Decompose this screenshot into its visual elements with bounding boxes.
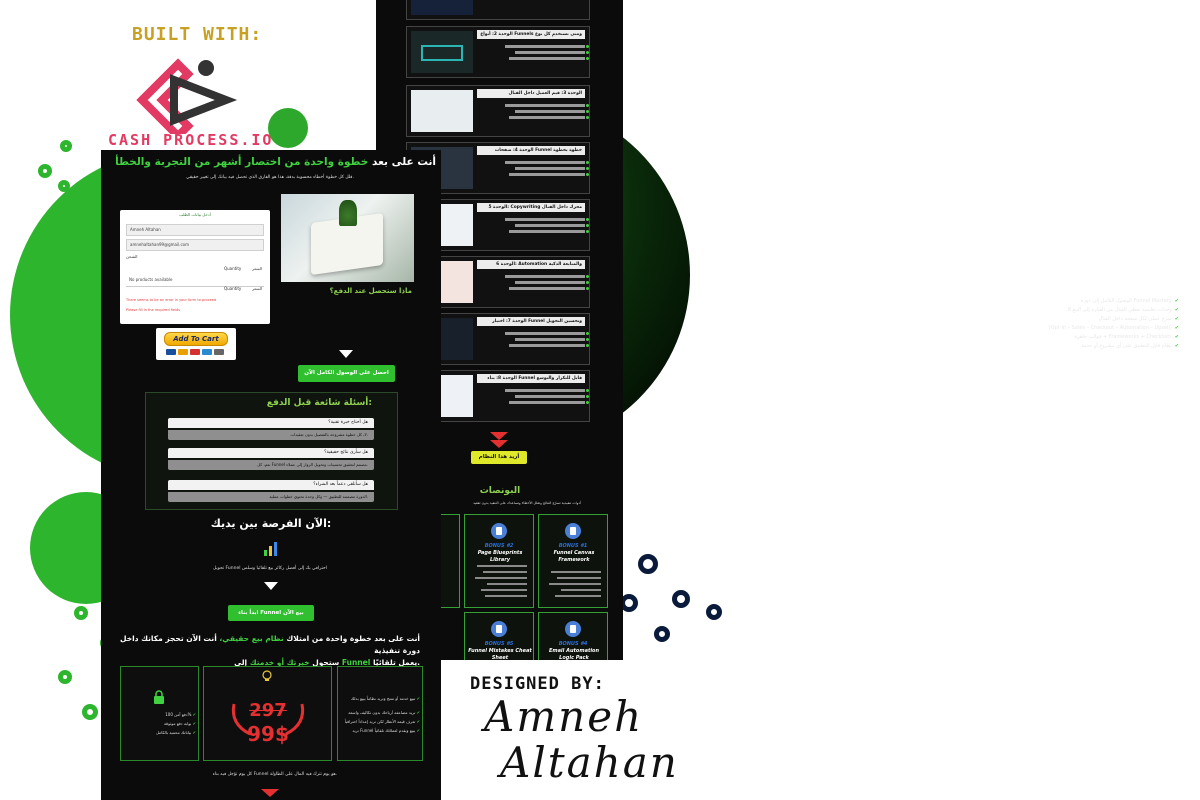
order-form: أدخل بيانات الطلب Amneh Altahan amnehalt…: [120, 210, 270, 324]
form-error: There seems to be an error in your form …: [126, 298, 217, 302]
form-error: Please fill in the required fields: [126, 308, 181, 312]
chevron-down-icon: [261, 789, 279, 797]
benefit-item: الوصول الكامل إلى دورة Funnel Mastery: [1081, 298, 1179, 304]
cashprocess-logo-icon: [136, 58, 238, 134]
document-icon: [491, 523, 507, 539]
who-for-item: تعرف قيمة الأنظار لكن تريد إعداداً احترا…: [340, 719, 420, 724]
benefit-item: نظام قابل للتطبيق على أي مشروع أو خدمة: [1081, 343, 1179, 349]
want-system-button[interactable]: أريد هذا النظام: [471, 451, 527, 464]
security-item: بياناتك محمية بالكامل: [126, 730, 196, 735]
product-photo: [281, 194, 414, 282]
what-you-get-title: ماذا ستحصل عند الدفع؟: [329, 287, 412, 295]
price-label: السعر: [252, 286, 263, 291]
benefit-item: 8 وحدات تعليمية تغطي القنال من الفكرة إل…: [1068, 307, 1179, 313]
document-icon: [565, 621, 581, 637]
security-item: دفع آمن 100%: [126, 712, 196, 717]
subheadline: قلل كل خطوة أخطاء محسوبة بدقة، هذا هو ال…: [186, 175, 354, 180]
ring-decor-navy: [638, 554, 658, 574]
start-funnel-button[interactable]: ابدأ بناء Funnel بيع الآن: [228, 605, 314, 621]
designer-signature-last: Altahan: [500, 738, 679, 787]
benefit-item: شرح عملي لكل صفحة داخل القنال: [1099, 316, 1179, 322]
document-icon: [565, 523, 581, 539]
email-field[interactable]: amnehaltahan99@gmail.com: [126, 239, 264, 251]
bonuses-title: البونصات: [479, 486, 521, 496]
designer-signature-first: Amneh: [484, 692, 644, 741]
who-for-item: تريد Funnel يبيع ويقدم لعملائك تلقائياً: [340, 728, 420, 733]
ring-decor: [58, 670, 72, 684]
opportunity-title: الآن الفرصة بين يديك:: [210, 517, 332, 530]
add-to-cart-button[interactable]: Add To Cart: [164, 332, 228, 346]
chevron-down-icon: [490, 440, 508, 448]
quantity-label: Quantity: [224, 286, 242, 291]
faq-question[interactable]: هل سأتلقى دعماً بعد الشراء؟: [168, 480, 374, 490]
ring-decor: [74, 606, 88, 620]
quantity-label: Quantity: [224, 266, 242, 271]
ring-decor-navy: [706, 604, 722, 620]
module-item-1-partial: [406, 0, 590, 20]
bonus-card-partial: [440, 514, 460, 608]
built-with-label: BUILT WITH:: [132, 24, 263, 45]
add-to-cart-widget: Add To Cart: [156, 328, 236, 360]
module-card: الوحدة 3: قيم العميل داخل القنال: [406, 85, 590, 137]
module-card: الوحدة 2: أنواع Funnels ومتى تستخدم كل ن…: [406, 26, 590, 78]
faq-question[interactable]: هل سأرى نتائج حقيقية؟: [168, 448, 374, 458]
ring-decor: [38, 164, 52, 178]
who-for-item: تريد مضاعفة أرباحك بدون تكاليف واسعة: [340, 710, 420, 715]
price-label: السعر: [252, 266, 263, 271]
bonus-card: BONUS #4 Email Automation Logic Pack: [538, 612, 608, 661]
payment-cards-icon: [166, 349, 224, 355]
bonuses-subtitle: أدوات تنفيذية تسرّع النتائج وتقلل الأخطا…: [473, 501, 581, 505]
lightbulb-icon: [262, 670, 272, 681]
faq-answer: الدورة مصممة للتطبيق — وكل وحدة تحتوي خط…: [168, 492, 374, 502]
chevron-down-icon: [490, 432, 508, 440]
product-select[interactable]: No products available: [126, 275, 264, 287]
benefit-item: (Opt-in – Sales – Checkout – Automation …: [1049, 325, 1179, 331]
shipping-label: الشحن: [126, 254, 138, 259]
growth-chart-icon: [264, 542, 277, 556]
who-for-item: تبيع خدمة أو منتج وتريد نظاماً يبيع بدلك: [340, 696, 420, 701]
faq-question[interactable]: هل أحتاج خبرة تقنية؟: [168, 418, 374, 428]
security-item: بوابة دفع موثوقة: [126, 721, 196, 726]
ring-decor: [58, 180, 70, 192]
green-dot: [268, 108, 308, 148]
faq-answer: لا، كل خطوة مشروحة بالتفصيل بدون تعقيدات…: [168, 430, 374, 440]
ring-decor-navy: [654, 626, 670, 642]
ring-decor: [82, 704, 98, 720]
ring-decor-navy: [672, 590, 690, 608]
arrow-down-icon: [264, 582, 278, 590]
arrow-down-icon: [339, 350, 353, 358]
lock-icon: [154, 690, 164, 704]
name-field[interactable]: Amneh Altahan: [126, 224, 264, 236]
form-title: أدخل بيانات الطلب: [179, 212, 211, 217]
designed-by-label: DESIGNED BY:: [470, 674, 605, 694]
opportunity-subtitle: تحويل Funnel احترافي بك إلى أفضل ركائز ب…: [212, 566, 328, 571]
benefit-item: قوالب جاهزة + Frameworks + Checklists: [1074, 334, 1179, 340]
get-access-button[interactable]: احصل على الوصول الكامل الآن: [298, 365, 395, 382]
new-price: 99$: [247, 722, 289, 746]
faq-answer: نعم، كل Funnel مصمم لتحقيق تحسينات وتحوي…: [168, 460, 374, 470]
brand-name: CASH PROCESS.IO: [108, 131, 274, 149]
urgency-line: كل يوم تؤجل فيه بناء Funnel هو يوم تترك …: [212, 772, 338, 777]
document-icon: [491, 621, 507, 637]
ring-decor: [60, 140, 72, 152]
headline: أنت على بعد خطوة واحدة من اختصار أشهر من…: [115, 156, 436, 168]
bonus-card: BONUS #2 Page Blueprints Library: [464, 514, 534, 608]
bonus-card: BONUS #1 Funnel Canvas Framework: [538, 514, 608, 608]
bonus-card: BONUS #5 Funnel Mistakes Cheat Sheet: [464, 612, 534, 661]
faq-title: أسئلة شائعة قبل الدفع:: [266, 398, 372, 408]
final-pitch: أنت على بعد خطوة واحدة من امتلاك نظام بي…: [120, 634, 420, 667]
showcase-canvas: BUILT WITH: CASH PROCESS.IO DESIGNED BY:…: [0, 0, 1200, 800]
old-price: 297: [249, 700, 287, 721]
